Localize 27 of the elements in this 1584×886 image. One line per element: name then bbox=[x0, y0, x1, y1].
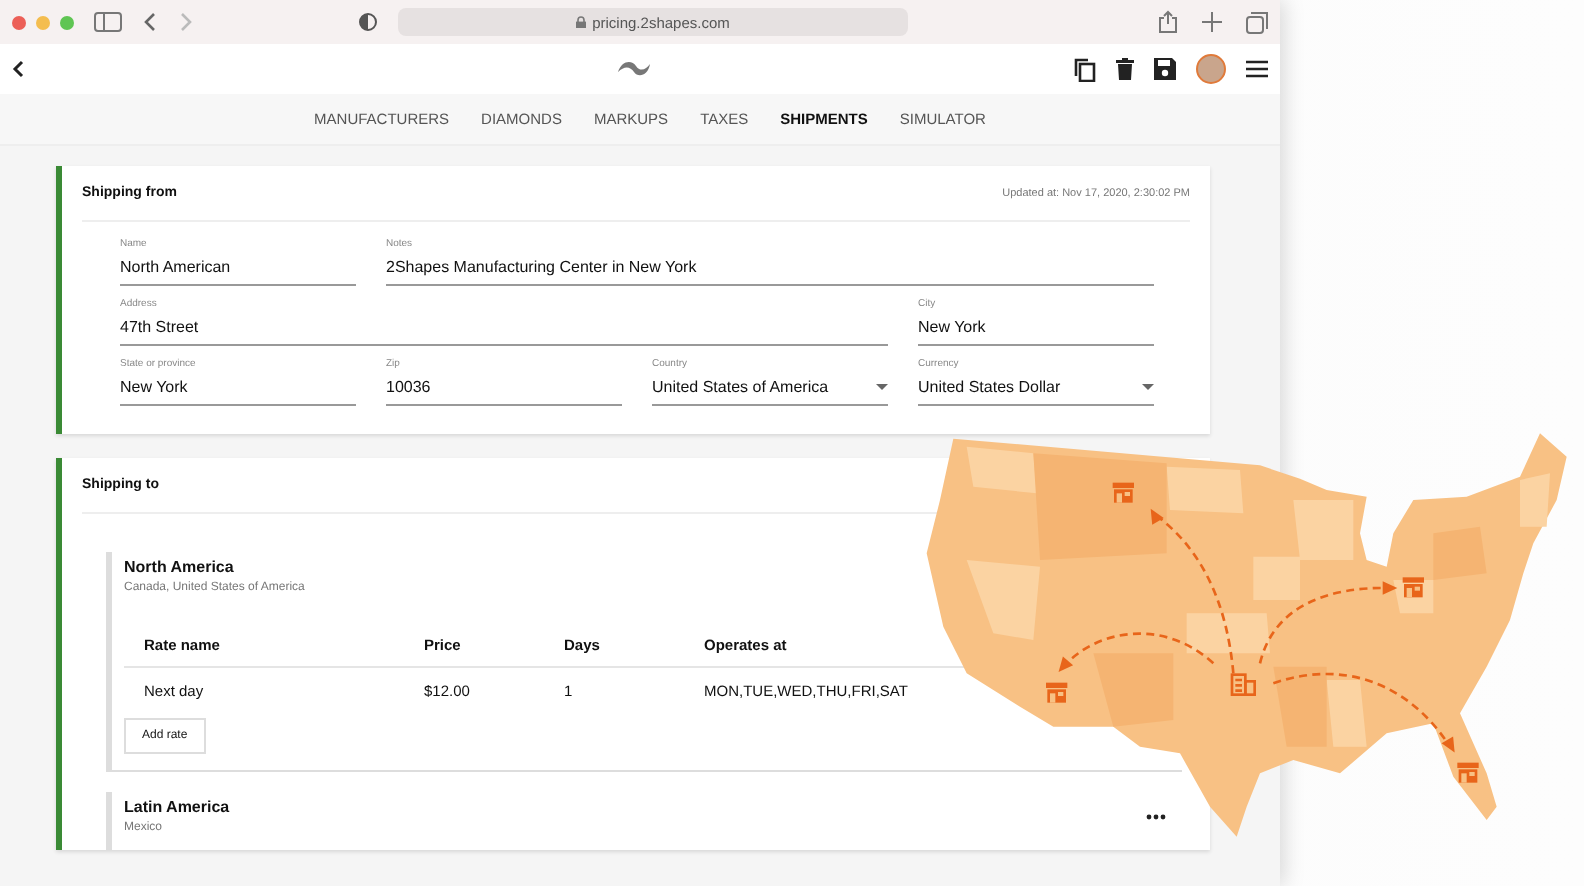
input-field[interactable]: 2Shapes Manufacturing Center in New York bbox=[386, 252, 1154, 286]
select-field[interactable]: United States Dollar bbox=[918, 372, 1154, 406]
privacy-shield-icon[interactable] bbox=[358, 12, 378, 32]
input-field[interactable]: New York bbox=[120, 372, 356, 406]
sidebar-icon[interactable] bbox=[94, 12, 122, 32]
save-icon[interactable] bbox=[1154, 58, 1176, 80]
select-field[interactable]: United States of America bbox=[652, 372, 888, 406]
more-icon[interactable] bbox=[1146, 813, 1166, 819]
input-field[interactable]: North American bbox=[120, 252, 356, 286]
plus-icon[interactable] bbox=[1202, 12, 1222, 32]
share-icon[interactable] bbox=[1158, 10, 1178, 34]
back-icon[interactable] bbox=[12, 60, 24, 78]
logo-icon bbox=[616, 58, 652, 80]
input-field[interactable]: 47th Street bbox=[120, 312, 888, 346]
tabs-icon[interactable] bbox=[1246, 11, 1268, 33]
caret-icon[interactable] bbox=[1142, 383, 1154, 391]
avatar[interactable] bbox=[1196, 54, 1226, 84]
input-field[interactable]: 10036 bbox=[386, 372, 622, 406]
region-name: Latin America bbox=[124, 798, 230, 816]
copy-icon[interactable] bbox=[1074, 57, 1096, 81]
menu-icon[interactable] bbox=[1246, 60, 1268, 78]
region-name: North America bbox=[124, 558, 236, 576]
lock-icon bbox=[576, 16, 587, 28]
delete-icon[interactable] bbox=[1116, 58, 1134, 80]
input-field[interactable]: New York bbox=[918, 312, 1154, 346]
window-controls-icon[interactable] bbox=[12, 15, 74, 29]
caret-icon[interactable] bbox=[876, 383, 888, 391]
